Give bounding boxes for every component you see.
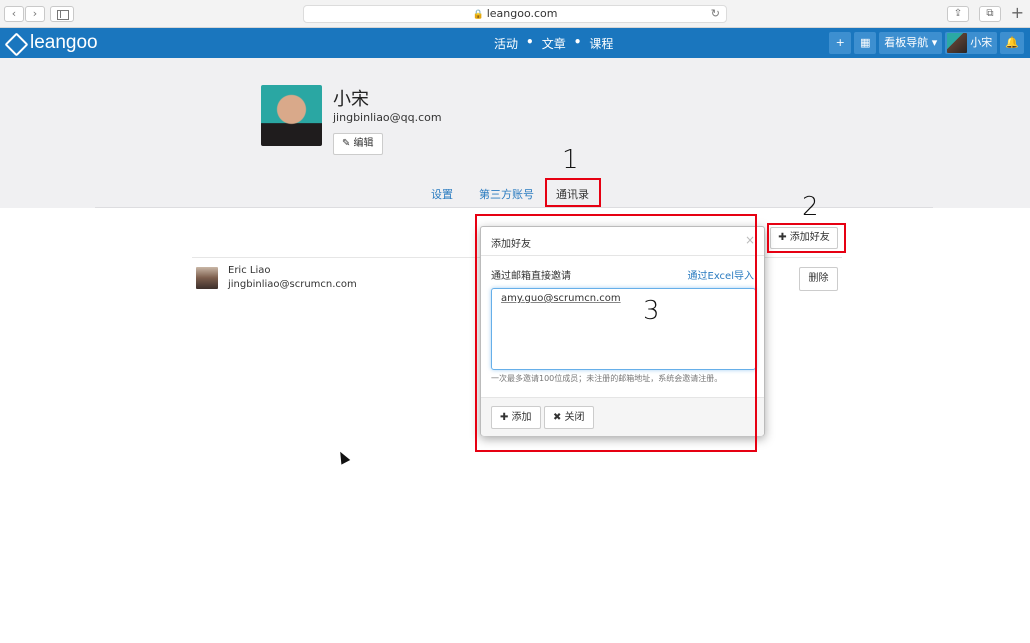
new-tab-icon[interactable]: + (1011, 5, 1024, 21)
board-nav-dropdown[interactable]: 看板导航 ▾ (879, 32, 943, 54)
avatar (947, 33, 968, 53)
tabs-overview-icon[interactable]: ⧉ (979, 6, 1001, 22)
profile-avatar (261, 85, 322, 146)
grid-icon[interactable]: ▦ (854, 32, 877, 54)
back-button[interactable]: ‹ (4, 6, 24, 22)
delete-contact-button[interactable]: 删除 (799, 267, 838, 291)
create-plus-button[interactable]: + (829, 32, 852, 54)
contact-email: jingbinliao@scrumcn.com (228, 279, 357, 290)
annotation-box-1 (545, 178, 601, 207)
bell-icon[interactable]: 🔔 (1000, 32, 1024, 54)
nav-separator: • (526, 35, 534, 49)
edit-profile-button[interactable]: ✎ 编辑 (333, 133, 383, 155)
logo-icon (6, 34, 24, 52)
lock-icon: 🔒 (472, 10, 484, 20)
tab-settings[interactable]: 设置 (431, 186, 453, 202)
contact-avatar (196, 267, 218, 289)
url-text: leangoo.com (486, 7, 558, 20)
user-name: 小宋 (970, 36, 993, 49)
annotation-number-2: 2 (802, 192, 819, 222)
nav-link-articles[interactable]: 文章 (542, 35, 566, 52)
nav-separator: • (573, 35, 582, 49)
reload-icon[interactable]: ↻ (711, 6, 720, 22)
nav-link-activity[interactable]: 活动 (494, 35, 518, 52)
tab-third-party-accounts[interactable]: 第三方账号 (479, 186, 534, 202)
contact-name: Eric Liao (228, 265, 271, 276)
main-links: 活动 • 文章 • 课程 (494, 35, 613, 52)
annotation-number-3: 3 (643, 296, 660, 326)
address-bar[interactable]: 🔒 leangoo.com ↻ (303, 5, 727, 23)
logo-text: leangoo (30, 32, 98, 53)
sidebar-toggle-icon[interactable] (50, 6, 74, 22)
chevron-down-icon: ▾ (931, 36, 938, 49)
leangoo-logo[interactable]: leangoo (6, 32, 98, 54)
mouse-pointer-icon (335, 449, 351, 465)
annotation-box-3 (475, 214, 757, 452)
browser-toolbar: ‹ › 🔒 leangoo.com ↻ ⇪ ⧉ + (0, 0, 1030, 28)
share-icon[interactable]: ⇪ (947, 6, 969, 22)
annotation-number-1: 1 (562, 145, 579, 175)
profile-email: jingbinliao@qq.com (333, 111, 442, 124)
forward-button[interactable]: › (25, 6, 45, 22)
annotation-box-2 (767, 223, 846, 253)
nav-right-group: + ▦ 看板导航 ▾ 小宋 🔔 (829, 32, 1024, 54)
nav-link-courses[interactable]: 课程 (589, 35, 613, 52)
board-nav-label: 看板导航 (884, 36, 929, 49)
app-top-nav: leangoo 活动 • 文章 • 课程 + ▦ 看板导航 ▾ 小宋 🔔 (0, 28, 1030, 58)
profile-name: 小宋 (333, 89, 369, 110)
user-menu[interactable]: 小宋 (945, 32, 998, 54)
